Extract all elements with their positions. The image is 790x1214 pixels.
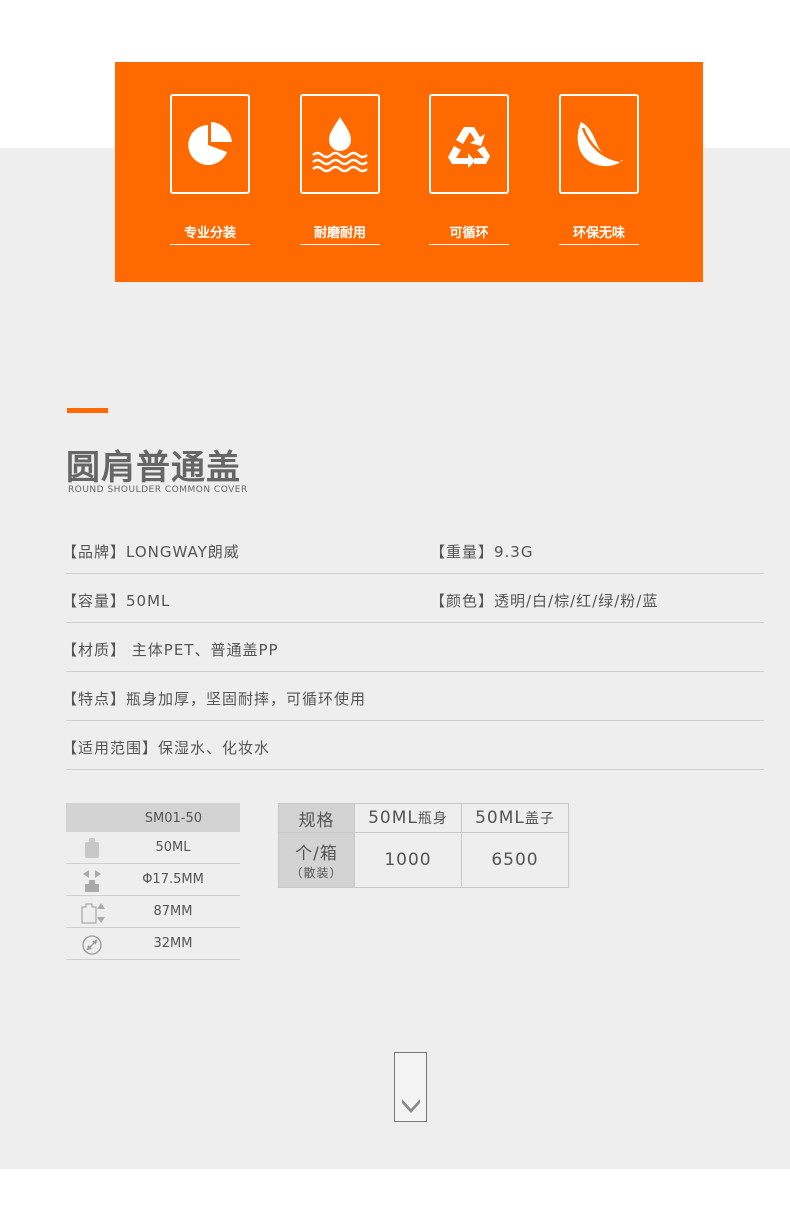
scroll-down-button[interactable] bbox=[394, 1052, 427, 1122]
spec-row: 【容量】50ML 【颜色】透明/白/棕/红/绿/粉/蓝 bbox=[62, 573, 764, 623]
product-title: 圆肩普通盖 bbox=[66, 448, 241, 488]
height-value: 87MM bbox=[153, 904, 193, 919]
recycle-icon bbox=[429, 94, 509, 194]
feature-professional: 专业分装 bbox=[170, 94, 250, 245]
table-row: 87MM bbox=[66, 896, 240, 928]
water-drop-icon bbox=[300, 94, 380, 194]
title-accent-bar bbox=[67, 408, 108, 413]
pie-chart-icon bbox=[170, 94, 250, 194]
spec-material: 【材质】 主体PET、普通盖PP bbox=[62, 641, 279, 659]
feature-recyclable: 可循环 bbox=[429, 94, 509, 245]
cap-header: 50ML盖子 bbox=[461, 803, 569, 833]
feature-durable: 耐磨耐用 bbox=[300, 94, 380, 245]
spec-brand: 【品牌】LONGWAY朗威 bbox=[62, 543, 240, 561]
spec-row: 【适用范围】保湿水、化妆水 bbox=[62, 720, 764, 770]
spec-capacity: 【容量】50ML bbox=[62, 592, 171, 610]
spec-weight: 【重量】9.3G bbox=[430, 543, 534, 561]
feature-label: 耐磨耐用 bbox=[300, 222, 380, 245]
table-row: 32MM bbox=[66, 928, 240, 960]
feature-banner: 专业分装 耐磨耐用 可循环 环保无味 bbox=[115, 62, 703, 282]
spec-header: 规格 bbox=[278, 803, 355, 833]
spec-row: 【材质】 主体PET、普通盖PP bbox=[62, 622, 764, 672]
spec-row: 【特点】瓶身加厚，坚固耐摔，可循环使用 bbox=[62, 671, 764, 721]
table-row: 50ML bbox=[66, 832, 240, 864]
product-subtitle: ROUND SHOULDER COMMON COVER bbox=[68, 485, 248, 495]
body-diameter-value: 32MM bbox=[153, 936, 193, 951]
model-number: SM01-50 bbox=[66, 803, 240, 832]
feature-label: 环保无味 bbox=[559, 222, 639, 245]
neck-diameter-value: Φ17.5MM bbox=[142, 872, 204, 887]
feature-label: 可循环 bbox=[429, 222, 509, 245]
dimension-table: SM01-50 50ML Φ17.5MM 87MM 32MM bbox=[66, 803, 240, 960]
table-row: Φ17.5MM bbox=[66, 864, 240, 896]
cap-qty: 6500 bbox=[461, 832, 569, 888]
body-diameter-icon bbox=[80, 934, 104, 955]
per-box-label: 个/箱 （散装） bbox=[278, 832, 355, 888]
spec-colors: 【颜色】透明/白/棕/红/绿/粉/蓝 bbox=[430, 592, 659, 610]
height-icon bbox=[80, 902, 105, 924]
feature-eco: 环保无味 bbox=[559, 94, 639, 245]
chevron-down-icon bbox=[402, 1099, 420, 1113]
feature-label: 专业分装 bbox=[170, 222, 250, 245]
spec-usage: 【适用范围】保湿水、化妆水 bbox=[62, 739, 271, 757]
bottle-capacity-icon bbox=[80, 838, 104, 858]
diameter-icon bbox=[80, 870, 104, 892]
spec-row: 【品牌】LONGWAY朗威 【重量】9.3G bbox=[62, 524, 764, 574]
capacity-value: 50ML bbox=[155, 840, 191, 855]
bottle-qty: 1000 bbox=[354, 832, 462, 888]
leaf-icon bbox=[559, 94, 639, 194]
packing-table: 规格 50ML瓶身 50ML盖子 个/箱 （散装） 1000 6500 bbox=[278, 803, 569, 888]
spec-features: 【特点】瓶身加厚，坚固耐摔，可循环使用 bbox=[62, 690, 367, 708]
bottle-header: 50ML瓶身 bbox=[354, 803, 462, 833]
